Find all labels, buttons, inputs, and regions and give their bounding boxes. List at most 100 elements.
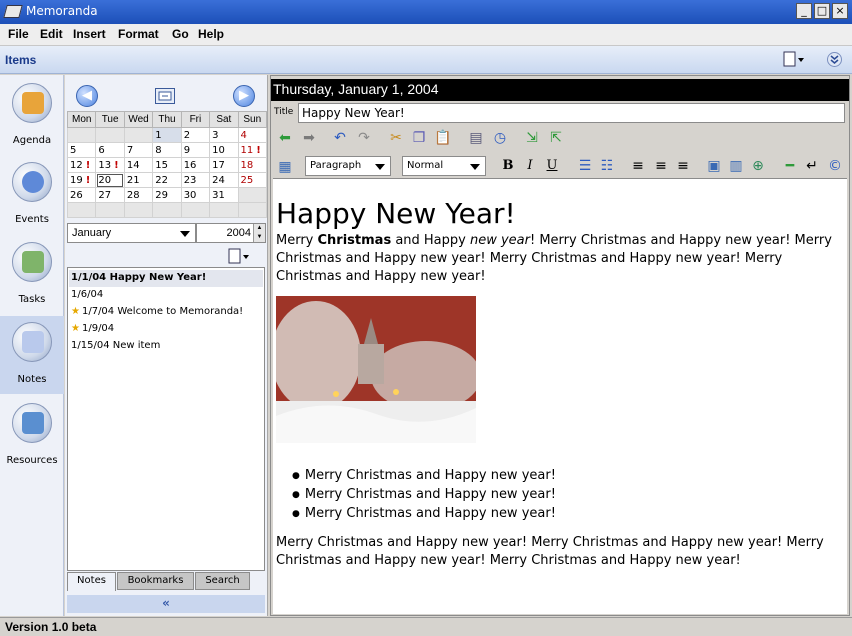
calendar-day[interactable]: 23 (180, 172, 211, 188)
today-button[interactable] (155, 88, 175, 104)
new-item-menu-button[interactable] (783, 51, 805, 68)
menu-insert[interactable]: Insert (73, 27, 106, 41)
bullet-list-icon[interactable]: ☰ (576, 157, 594, 175)
tab-search[interactable]: Search (195, 572, 250, 590)
insert-time-icon[interactable]: ◷ (491, 129, 509, 147)
menu-format[interactable]: Format (118, 27, 159, 41)
forward-arrow-icon[interactable]: ➡ (300, 129, 318, 147)
document-body[interactable]: Happy New Year! Merry Christmas and Happ… (273, 178, 847, 614)
calendar-day[interactable]: 26 (66, 187, 97, 203)
menu-go[interactable]: Go (172, 27, 189, 41)
month-select[interactable]: January (67, 223, 196, 243)
calendar-day[interactable]: 4 (237, 127, 268, 143)
new-note-menu-button[interactable] (225, 247, 255, 265)
insert-date-icon[interactable]: ▤ (467, 129, 485, 147)
calendar-day[interactable]: 13! (95, 157, 125, 173)
calendar-day[interactable]: 6 (95, 142, 125, 158)
underline-button[interactable]: U (544, 158, 560, 174)
align-left-icon[interactable]: ≡ (629, 157, 647, 175)
insert-image-icon[interactable]: ▣ (705, 157, 723, 175)
back-arrow-icon[interactable]: ⬅ (276, 129, 294, 147)
bold-button[interactable]: B (500, 158, 516, 174)
font-style-select[interactable]: Normal (402, 156, 486, 176)
list-item[interactable]: 1/6/04 (69, 287, 263, 304)
numbered-list-icon[interactable]: ☷ (598, 157, 616, 175)
sidebar-item-resources[interactable]: Resources (0, 397, 64, 475)
calendar-day[interactable]: 29 (152, 187, 182, 203)
paragraph-style-select[interactable]: Paragraph (305, 156, 391, 176)
calendar-day[interactable]: 31 (209, 187, 239, 203)
sidebar-item-notes[interactable]: Notes (0, 316, 64, 394)
calendar-day[interactable]: 28 (123, 187, 154, 203)
calendar-day[interactable]: 12! (66, 157, 97, 173)
calendar-day[interactable]: 9 (180, 142, 211, 158)
note-label: 1/9/04 (81, 323, 115, 334)
calendar-day[interactable]: 22 (152, 172, 182, 188)
list-item[interactable]: ★ 1/9/04 (69, 321, 263, 338)
collapse-panel-button[interactable]: « (67, 595, 265, 613)
calendar-day[interactable]: 14 (123, 157, 154, 173)
month-value: January (72, 227, 112, 239)
calendar-day[interactable]: 3 (209, 127, 239, 143)
paste-icon[interactable]: 📋 (434, 129, 452, 147)
insert-link-icon[interactable]: ⊕ (749, 157, 767, 175)
calendar-day[interactable]: 20 (95, 172, 125, 188)
day-number: 31 (212, 189, 225, 201)
line-break-icon[interactable]: ↵ (803, 157, 821, 175)
calendar-day[interactable]: 8 (152, 142, 182, 158)
sidebar-item-tasks[interactable]: Tasks (0, 236, 64, 314)
menu-edit[interactable]: Edit (40, 27, 63, 41)
close-button[interactable]: × (832, 3, 848, 19)
list-item[interactable]: ★ 1/7/04 Welcome to Memoranda! (69, 304, 263, 321)
prev-month-button[interactable]: ◀ (76, 85, 98, 107)
minimize-button[interactable]: _ (796, 3, 812, 19)
calendar-day[interactable]: 21 (123, 172, 154, 188)
calendar-day[interactable]: 10 (209, 142, 239, 158)
list-item[interactable]: 1/1/04 Happy New Year! (69, 270, 263, 287)
horizontal-rule-icon[interactable]: ━ (781, 157, 799, 175)
special-char-icon[interactable]: © (826, 157, 844, 175)
calendar-day[interactable]: 16 (180, 157, 211, 173)
sidebar-item-agenda[interactable]: Agenda (0, 77, 64, 155)
cut-icon[interactable]: ✂ (387, 129, 405, 147)
title-input[interactable]: Happy New Year! (298, 103, 845, 123)
tab-bookmarks[interactable]: Bookmarks (117, 572, 194, 590)
calendar-day[interactable]: 2 (180, 127, 211, 143)
italic-button[interactable]: I (522, 158, 538, 174)
menu-help[interactable]: Help (198, 27, 224, 41)
calendar-day[interactable]: 18 (237, 157, 268, 173)
items-bar: Items (0, 46, 852, 74)
calendar-day[interactable]: 11! (237, 142, 268, 158)
import-icon[interactable]: ⇲ (523, 129, 541, 147)
calendar-day[interactable]: 24 (209, 172, 239, 188)
year-spinner[interactable]: 2004 ▲ ▼ (196, 223, 266, 243)
calendar-day[interactable]: 30 (180, 187, 211, 203)
export-icon[interactable]: ⇱ (547, 129, 565, 147)
calendar-day[interactable]: 15 (152, 157, 182, 173)
list-item: Merry Christmas and Happy new year! (292, 467, 844, 486)
calendar-day[interactable]: 27 (95, 187, 125, 203)
align-center-icon[interactable]: ≡ (652, 157, 670, 175)
sidebar-item-events[interactable]: Events (0, 156, 64, 234)
calendar-day[interactable]: 1 (152, 127, 182, 143)
copy-icon[interactable]: ❐ (410, 129, 428, 147)
list-item[interactable]: 1/15/04 New item (69, 338, 263, 355)
menu-file[interactable]: File (8, 27, 29, 41)
calendar-day[interactable]: 17 (209, 157, 239, 173)
tab-notes[interactable]: Notes (67, 572, 116, 591)
next-month-button[interactable]: ▶ (233, 85, 255, 107)
calendar-day[interactable]: 25 (237, 172, 268, 188)
day-number: 8 (155, 144, 162, 156)
spinner-arrows-icon[interactable]: ▲ ▼ (253, 224, 265, 242)
calendar-day[interactable]: 5 (66, 142, 97, 158)
align-right-icon[interactable]: ≡ (674, 157, 692, 175)
redo-icon[interactable]: ↷ (355, 129, 373, 147)
insert-table-icon[interactable]: ▥ (727, 157, 745, 175)
table-properties-icon[interactable]: ▦ (276, 158, 294, 176)
collapse-toolbar-button[interactable] (826, 51, 843, 68)
undo-icon[interactable]: ↶ (331, 129, 349, 147)
maximize-button[interactable]: □ (814, 3, 830, 19)
sidebar-item-label: Resources (6, 455, 58, 466)
calendar-day[interactable]: 19! (66, 172, 97, 188)
calendar-day[interactable]: 7 (123, 142, 154, 158)
